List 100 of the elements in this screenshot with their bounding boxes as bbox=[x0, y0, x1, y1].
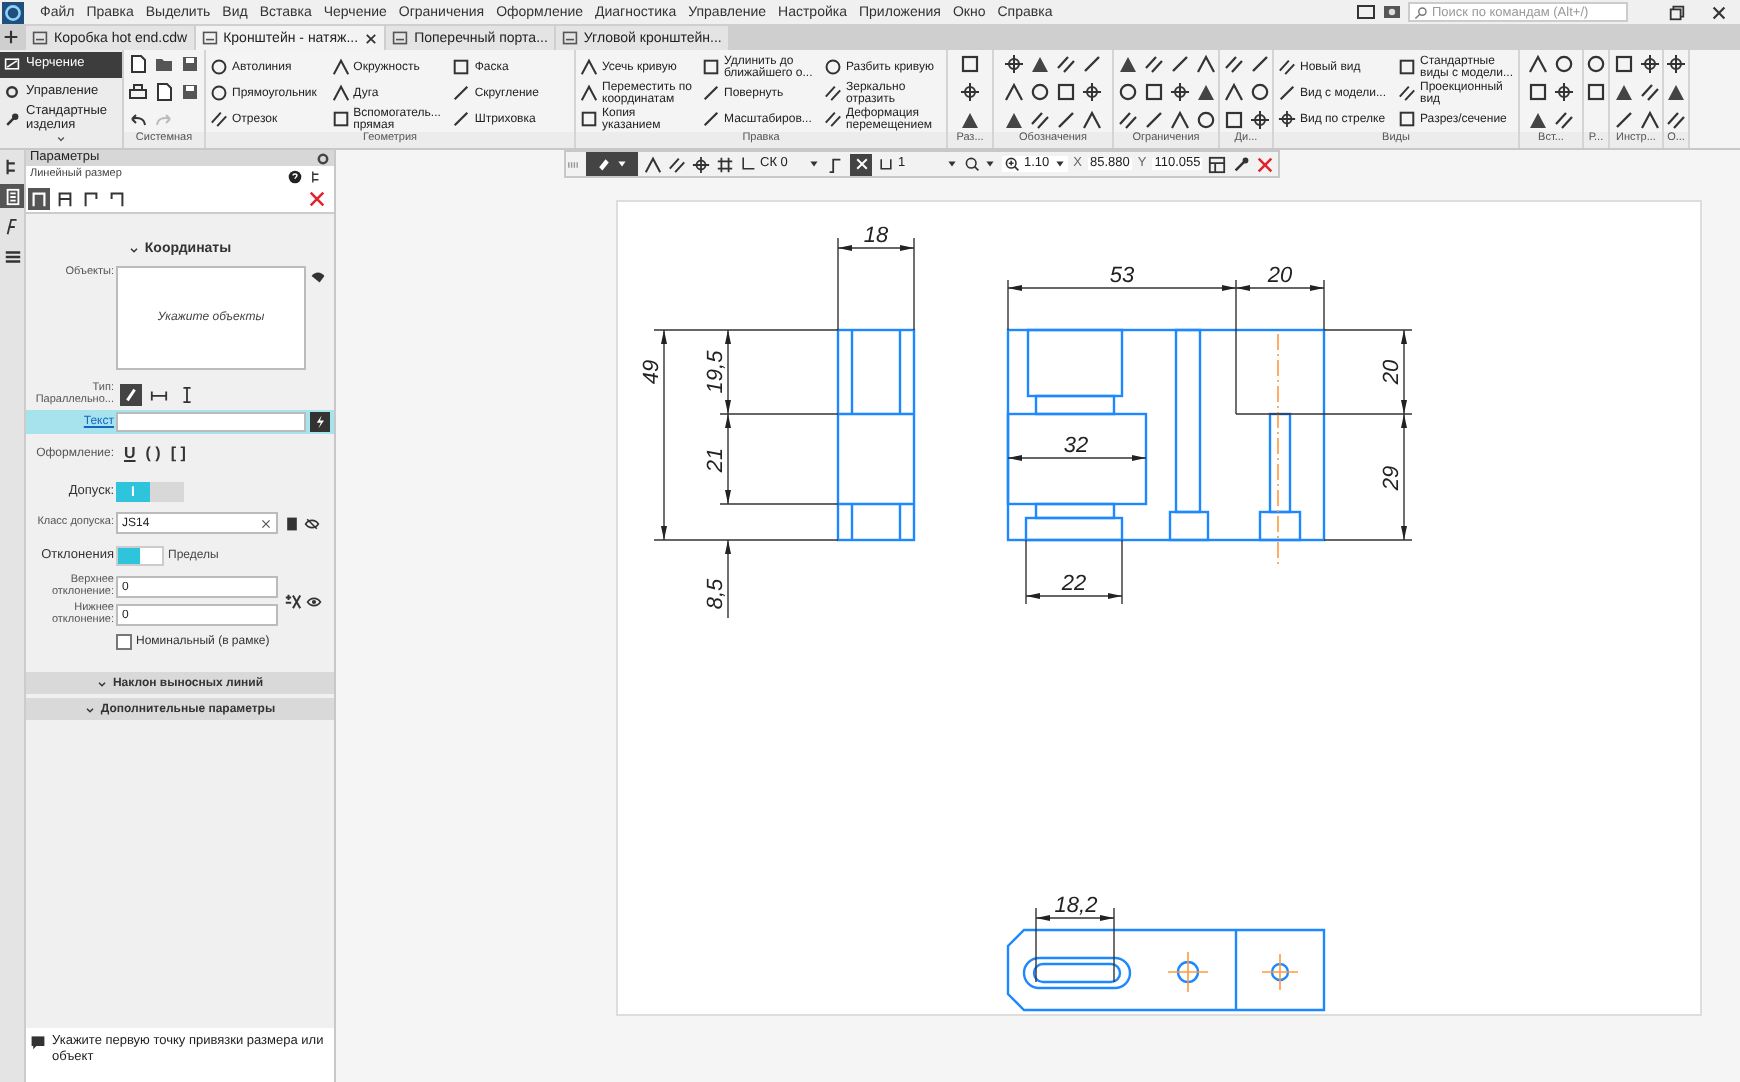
parallel-lines-icon[interactable] bbox=[1030, 110, 1050, 130]
crosshair-icon[interactable] bbox=[1249, 110, 1269, 130]
circle-icon[interactable] bbox=[1030, 82, 1050, 102]
camera-icon[interactable] bbox=[1382, 2, 1402, 22]
dimension-mode-tab[interactable] bbox=[80, 188, 102, 210]
checkbox[interactable] bbox=[116, 634, 132, 650]
type-option[interactable] bbox=[120, 384, 142, 406]
help-icon[interactable] bbox=[288, 169, 302, 183]
window-layout-icon[interactable] bbox=[1356, 2, 1376, 22]
restore-window-icon[interactable] bbox=[1668, 3, 1686, 21]
printer-icon[interactable] bbox=[128, 82, 148, 102]
crosshair-icon[interactable] bbox=[1004, 54, 1024, 74]
crosshair-icon[interactable] bbox=[1666, 54, 1686, 74]
eyedropper-icon[interactable] bbox=[1232, 155, 1251, 173]
parallel-lines-icon[interactable] bbox=[1056, 54, 1076, 74]
square-icon[interactable] bbox=[452, 58, 471, 76]
parallel-lines-icon[interactable] bbox=[1398, 84, 1416, 102]
square-icon[interactable] bbox=[1586, 82, 1606, 102]
line-icon[interactable] bbox=[1143, 110, 1163, 130]
angle-icon[interactable] bbox=[1169, 110, 1189, 130]
line-icon[interactable] bbox=[1613, 110, 1633, 130]
settings-icon[interactable] bbox=[316, 151, 330, 165]
crosshair-icon[interactable] bbox=[692, 155, 710, 173]
circle-icon[interactable] bbox=[1554, 54, 1574, 74]
circle-icon[interactable] bbox=[1117, 82, 1137, 102]
snap-button[interactable] bbox=[586, 152, 638, 176]
parallel-lines-icon[interactable] bbox=[668, 155, 686, 173]
side-tab[interactable] bbox=[0, 184, 24, 208]
lightning-button[interactable] bbox=[310, 412, 330, 432]
hidden-eye-icon[interactable] bbox=[304, 515, 320, 531]
triangle-icon[interactable] bbox=[1666, 82, 1686, 102]
circle-icon[interactable] bbox=[210, 58, 228, 76]
crosshair-icon[interactable] bbox=[1554, 82, 1574, 102]
square-icon[interactable] bbox=[1056, 82, 1076, 102]
square-icon[interactable] bbox=[1528, 82, 1548, 102]
square-icon[interactable] bbox=[1398, 58, 1416, 76]
text-field[interactable] bbox=[116, 412, 306, 432]
square-icon[interactable] bbox=[580, 110, 598, 128]
line-icon[interactable] bbox=[1082, 54, 1102, 74]
zoom-window-dropdown[interactable] bbox=[964, 156, 996, 172]
line-icon[interactable] bbox=[452, 110, 471, 128]
line-icon[interactable] bbox=[1056, 110, 1076, 130]
step-icon[interactable] bbox=[826, 155, 844, 173]
grid-icon[interactable] bbox=[716, 155, 734, 173]
plus-icon[interactable] bbox=[2, 28, 20, 46]
crosshair-icon[interactable] bbox=[960, 82, 980, 102]
circle-icon[interactable] bbox=[824, 58, 842, 76]
parallel-lines-icon[interactable] bbox=[1143, 54, 1163, 74]
angle-icon[interactable] bbox=[644, 155, 662, 173]
parallel-lines-icon[interactable] bbox=[1666, 110, 1686, 130]
line-icon[interactable] bbox=[702, 84, 720, 102]
crosshair-icon[interactable] bbox=[1082, 82, 1102, 102]
dimension-mode-tab[interactable] bbox=[28, 188, 50, 210]
triangle-icon[interactable] bbox=[1613, 82, 1633, 102]
clear-icon[interactable] bbox=[260, 517, 272, 529]
triangle-icon[interactable] bbox=[1004, 110, 1024, 130]
crosshair-icon[interactable] bbox=[1278, 110, 1296, 128]
line-icon[interactable] bbox=[702, 110, 720, 128]
parallel-lines-icon[interactable] bbox=[1117, 110, 1137, 130]
grip-icon[interactable] bbox=[566, 157, 580, 171]
triangle-icon[interactable] bbox=[1117, 54, 1137, 74]
design-option[interactable]: ( ) bbox=[145, 446, 161, 462]
close-icon[interactable] bbox=[1710, 3, 1728, 21]
line-icon[interactable] bbox=[1278, 84, 1296, 102]
square-icon[interactable] bbox=[331, 110, 350, 128]
book-icon[interactable] bbox=[284, 515, 300, 531]
line-icon[interactable] bbox=[1249, 54, 1269, 74]
close-icon[interactable] bbox=[364, 31, 379, 45]
parallel-lines-icon[interactable] bbox=[1639, 82, 1659, 102]
square-icon[interactable] bbox=[702, 58, 720, 76]
parallel-lines-icon[interactable] bbox=[1278, 58, 1296, 76]
square-icon[interactable] bbox=[1143, 82, 1163, 102]
design-option[interactable]: U bbox=[124, 446, 136, 462]
square-icon[interactable] bbox=[960, 54, 980, 74]
parallel-lines-icon[interactable] bbox=[210, 110, 228, 128]
triangle-icon[interactable] bbox=[1528, 110, 1548, 130]
dimension-mode-tab[interactable] bbox=[106, 188, 128, 210]
triangle-icon[interactable] bbox=[960, 110, 980, 130]
table-icon[interactable] bbox=[1208, 155, 1227, 173]
parallel-lines-icon[interactable] bbox=[824, 84, 842, 102]
angle-icon[interactable] bbox=[1528, 54, 1548, 74]
design-option[interactable]: [ ] bbox=[170, 446, 186, 462]
angle-icon[interactable] bbox=[1004, 82, 1024, 102]
ortho-button[interactable] bbox=[850, 153, 872, 175]
circle-icon[interactable] bbox=[1195, 110, 1215, 130]
line-icon[interactable] bbox=[452, 84, 471, 102]
triangle-icon[interactable] bbox=[1030, 54, 1050, 74]
search-icon[interactable] bbox=[1414, 5, 1428, 19]
dimension-mode-tab[interactable] bbox=[54, 188, 76, 210]
triangle-icon[interactable] bbox=[1195, 82, 1215, 102]
chevron-icon[interactable] bbox=[128, 243, 141, 255]
square-icon[interactable] bbox=[1223, 110, 1243, 130]
eye-icon[interactable] bbox=[306, 593, 322, 609]
parallel-lines-icon[interactable] bbox=[1554, 110, 1574, 130]
square-icon[interactable] bbox=[1398, 110, 1416, 128]
deviation-switch[interactable] bbox=[116, 546, 164, 566]
circle-icon[interactable] bbox=[1586, 54, 1606, 74]
chevron-down-icon[interactable] bbox=[54, 132, 68, 146]
crosshair-icon[interactable] bbox=[1639, 54, 1659, 74]
undo-arrow-icon[interactable] bbox=[128, 110, 148, 130]
